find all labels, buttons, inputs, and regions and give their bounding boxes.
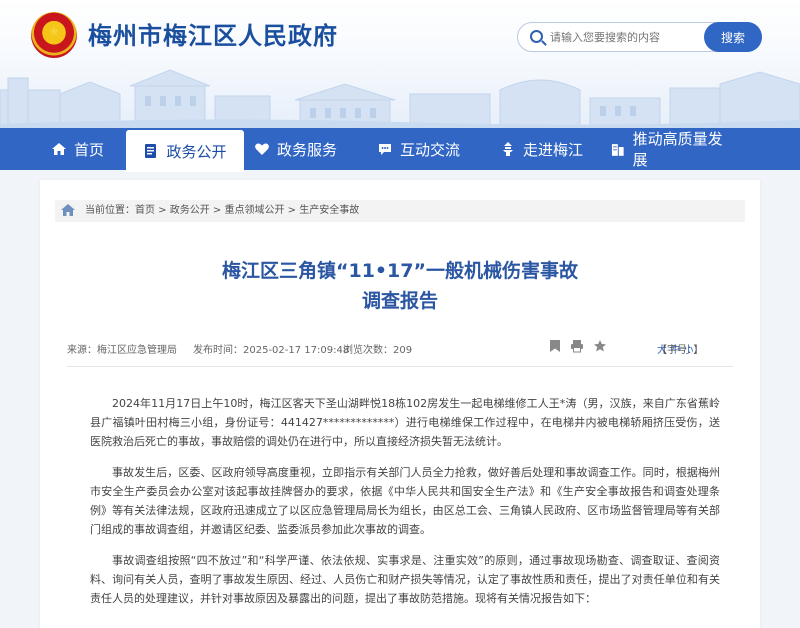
article-paragraph: 事故发生后，区委、区政府领导高度重视，立即指示有关部门人员全力抢救，做好善后处理… (90, 466, 720, 536)
search-button[interactable]: 搜索 (704, 22, 762, 52)
search-input[interactable] (550, 28, 700, 46)
article-meta: 来源：梅江区应急管理局 发布时间：2025-02-17 17:09:48 浏览次… (67, 339, 737, 357)
skyline-illustration (0, 69, 800, 128)
nav-item-label: 走进梅江 (523, 140, 584, 159)
nav-item-label: 首页 (74, 140, 105, 159)
chat-icon (379, 144, 391, 155)
article-title-line2: 调查报告 (361, 290, 438, 312)
nav-item-government-affairs[interactable]: 政务公开 (126, 130, 244, 172)
article-tools (549, 339, 607, 353)
article-card: 当前位置：首页 > 政务公开 > 重点领域公开 > 生产安全事故 梅江区三角镇“… (40, 180, 760, 628)
nav-item-home[interactable]: 首页 (41, 128, 126, 170)
font-size-prefix: 【字号： (657, 345, 697, 356)
nav-item-label: 互动交流 (400, 140, 461, 159)
breadcrumb: 当前位置：首页 > 政务公开 > 重点领域公开 > 生产安全事故 (55, 200, 745, 222)
bookmark-icon[interactable] (549, 339, 561, 353)
main-nav: 首页 政务公开 政务服务 互动交流 走进梅江 推动高质量发展 (0, 128, 800, 172)
site-title: 梅州市梅江区人民政府 (88, 21, 338, 50)
font-size-suffix: 】 (693, 345, 704, 356)
article-title: 梅江区三角镇“11•17”一般机械伤害事故 调查报告 (40, 256, 760, 316)
article-paragraph: 2024年11月17日上午10时，梅江区客天下圣山湖畔悦18栋102房发生一起电… (90, 397, 720, 448)
pagoda-icon (503, 142, 513, 156)
article-paragraph: 事故调查组按照“四不放过”和“科学严谨、依法依规、实事求是、注重实效”的原则，通… (90, 554, 720, 605)
national-emblem-icon: ★ (31, 12, 77, 58)
nav-item-services[interactable]: 政务服务 (244, 128, 367, 170)
print-icon[interactable] (570, 339, 584, 353)
home-icon[interactable] (61, 204, 75, 216)
nav-item-label: 推动高质量发展 (632, 130, 723, 169)
nav-item-label: 政务服务 (277, 140, 338, 159)
nav-item-interaction[interactable]: 互动交流 (367, 128, 490, 170)
home-icon (52, 143, 66, 155)
nav-item-label: 政务公开 (166, 142, 227, 161)
heart-icon (255, 143, 269, 155)
nav-item-about-meijiang[interactable]: 走进梅江 (490, 128, 600, 170)
breadcrumb-text[interactable]: 当前位置：首页 > 政务公开 > 重点领域公开 > 生产安全事故 (85, 205, 359, 216)
article-body: 2024年11月17日上午10时，梅江区客天下圣山湖畔悦18栋102房发生一起电… (90, 394, 720, 620)
nav-item-development[interactable]: 推动高质量发展 (600, 128, 745, 170)
article-views: 浏览次数：209 (343, 345, 413, 356)
star-icon[interactable] (593, 339, 607, 353)
header-banner: ★ 梅州市梅江区人民政府 搜索 (0, 0, 800, 128)
font-size-switcher: 【字号：大 中 小】 (657, 341, 703, 356)
building-icon (611, 144, 624, 156)
document-icon (145, 144, 157, 158)
search-icon (530, 30, 543, 43)
article-source: 来源：梅江区应急管理局 (67, 345, 177, 356)
divider (67, 366, 733, 367)
search-box: 搜索 (517, 22, 762, 52)
article-title-line1: 梅江区三角镇“11•17”一般机械伤害事故 (221, 260, 578, 282)
article-published: 发布时间：2025-02-17 17:09:48 (193, 345, 350, 356)
